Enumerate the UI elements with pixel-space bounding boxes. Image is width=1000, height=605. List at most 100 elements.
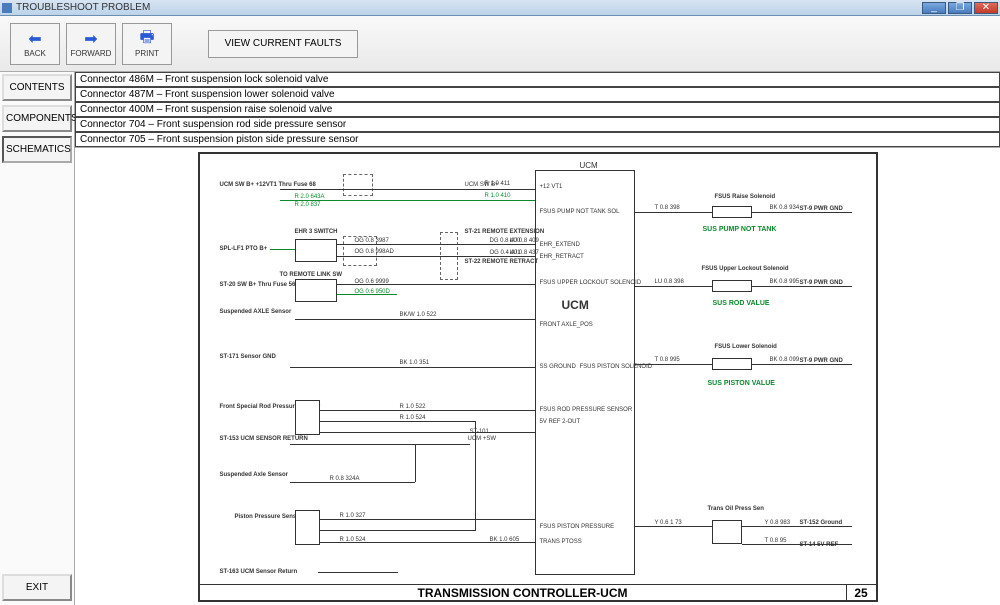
ucm-label: UCM xyxy=(562,299,589,312)
connector-row[interactable]: Connector 487M – Front suspension lower … xyxy=(75,87,1000,102)
print-button[interactable]: 🖶 PRINT xyxy=(122,23,172,65)
schematic-viewport[interactable]: UCM UCM UCM SW B+ +12VT1 Thru Fuse 68 EH… xyxy=(75,148,1000,605)
wire-label: BK 1.0 605 xyxy=(490,537,520,544)
trans-oil-box xyxy=(712,520,742,544)
ucm-sw-label: UCM SW B+ +12VT1 Thru Fuse 68 xyxy=(220,182,316,189)
wire-label: BK 0.8 995 xyxy=(770,279,800,286)
dash-box-3 xyxy=(343,174,373,196)
schematic-page: 25 xyxy=(846,585,876,600)
wire-label: R 2.0 643A xyxy=(295,194,325,201)
wire-label: LU 0.8 437 xyxy=(510,250,539,257)
wire-label: Y 0.8 983 xyxy=(765,520,791,527)
sidebar-components[interactable]: COMPONENTS xyxy=(2,105,72,132)
wire xyxy=(752,286,852,287)
connector-row[interactable]: Connector 400M – Front suspension raise … xyxy=(75,102,1000,117)
ehr-switch-box xyxy=(295,239,337,262)
wire xyxy=(742,526,852,527)
window-titlebar: TROUBLESHOOT PROBLEM _ ❐ ✕ xyxy=(0,0,1000,16)
schematic-title-band: TRANSMISSION CONTROLLER-UCM 25 xyxy=(200,584,876,600)
wire-label: OG 0.6 950D xyxy=(355,289,390,296)
remote-link-label: TO REMOTE LINK SW xyxy=(280,272,343,279)
wire xyxy=(320,530,475,531)
sus-piston-text: SUS PISTON VALUE xyxy=(708,380,775,388)
piston-press-label: FSUS PISTON PRESSURE xyxy=(540,524,615,531)
sidebar-contents[interactable]: CONTENTS xyxy=(2,74,72,101)
view-current-faults-button[interactable]: VIEW CURRENT FAULTS xyxy=(208,30,358,58)
wire-label: OG 0.6 9999 xyxy=(355,279,389,286)
wire xyxy=(280,189,535,190)
st153-label: ST-153 UCM SENSOR RETURN xyxy=(220,436,308,443)
ehr-switch-label: EHR 3 SWITCH xyxy=(295,229,338,236)
minimize-button[interactable]: _ xyxy=(922,2,946,14)
wire xyxy=(290,367,535,368)
wire-label: R 1.0 524 xyxy=(340,537,366,544)
wire-label: Y 0.6 1 73 xyxy=(655,520,682,527)
ehr-ext-label: EHR_EXTEND xyxy=(540,242,580,249)
sus-pump-text: SUS PUMP NOT TANK xyxy=(703,226,777,234)
app-icon xyxy=(2,3,12,13)
piston-label: Piston Pressure Sensor xyxy=(235,514,303,521)
connector-row[interactable]: Connector 705 – Front suspension piston … xyxy=(75,132,1000,147)
wire xyxy=(752,364,852,365)
ucm-sw2-label: UCM +SW xyxy=(468,436,497,443)
connector-row[interactable]: Connector 486M – Front suspension lock s… xyxy=(75,72,1000,87)
wire xyxy=(635,286,712,287)
wire xyxy=(415,444,416,482)
st22-label: ST-22 REMOTE RETRACT xyxy=(465,259,539,266)
susp-axle2-label: Suspended Axle Sensor xyxy=(220,472,288,479)
rod-press-label: FSUS ROD PRESSURE SENSOR xyxy=(540,407,633,414)
trans-label: TRANS PTOSS xyxy=(540,539,582,546)
wire-label: T 0.8 995 xyxy=(655,357,680,364)
trans-oil-label: Trans Oil Press Sen xyxy=(708,506,764,513)
upper-lock-label: FSUS Upper Lockout Solenoid xyxy=(702,266,789,273)
wire xyxy=(295,319,535,320)
wire-label: R 1.0 522 xyxy=(400,404,426,411)
ss-gnd-label: SS GROUND xyxy=(540,364,576,371)
wire-label: R 1.0 411 xyxy=(485,181,511,188)
wire-label: R 1.0 524 xyxy=(400,415,426,422)
st21-label: ST-21 REMOTE EXTENSION xyxy=(465,229,545,236)
ucm-box xyxy=(535,170,635,575)
sidebar-schematics[interactable]: SCHEMATICS xyxy=(2,136,72,163)
upper-lock-box xyxy=(712,280,752,292)
schematic-drawing: UCM UCM UCM SW B+ +12VT1 Thru Fuse 68 EH… xyxy=(198,152,878,602)
susp-axle-label: Suspended AXLE Sensor xyxy=(220,309,292,316)
wire-label: BK 0.8 099 xyxy=(770,357,800,364)
forward-button[interactable]: ➡ FORWARD xyxy=(66,23,116,65)
wire-label: LU 0.8 409 xyxy=(510,238,539,245)
wire-label: BK/W 1.0 522 xyxy=(400,312,437,319)
wire-label: T 0.8 95 xyxy=(765,538,787,545)
rod-sensor-box xyxy=(295,400,320,435)
st20-label: ST-20 SW B+ Thru Fuse 56 xyxy=(220,282,296,289)
lower-sol-box xyxy=(712,358,752,370)
remote-switch-box xyxy=(295,279,337,302)
maximize-button[interactable]: ❐ xyxy=(948,2,972,14)
wire-label: OG 0.8 3987 xyxy=(355,238,389,245)
wire xyxy=(318,572,398,573)
arrow-right-icon: ➡ xyxy=(84,29,97,49)
st171-label: ST-171 Sensor GND xyxy=(220,354,276,361)
close-button[interactable]: ✕ xyxy=(974,2,998,14)
wire-label: R 1.0 327 xyxy=(340,513,366,520)
wire-label: BK 0.8 934 xyxy=(770,205,800,212)
wire-label: BK 1.0 351 xyxy=(400,360,430,367)
content-pane: Connector 486M – Front suspension lock s… xyxy=(75,72,1000,605)
st163-label: ST-163 UCM Sensor Return xyxy=(220,569,298,576)
toolbar: ⬅ BACK ➡ FORWARD 🖶 PRINT VIEW CURRENT FA… xyxy=(0,16,1000,72)
connector-row[interactable]: Connector 704 – Front suspension rod sid… xyxy=(75,117,1000,132)
wire xyxy=(475,421,476,531)
wire xyxy=(635,364,712,365)
main-area: CONTENTS COMPONENTS SCHEMATICS EXIT Conn… xyxy=(0,72,1000,605)
wire-label: R 0.8 324A xyxy=(330,476,360,483)
piston-sensor-box xyxy=(295,510,320,545)
back-button[interactable]: ⬅ BACK xyxy=(10,23,60,65)
sus-rod-text: SUS ROD VALUE xyxy=(713,300,770,308)
wire xyxy=(635,212,712,213)
wire xyxy=(320,410,535,411)
sidebar-exit[interactable]: EXIT xyxy=(2,574,72,601)
wire xyxy=(752,212,852,213)
wire-label: R 1.0 410 xyxy=(485,193,511,200)
wire-label: OG 0.8 998AD xyxy=(355,249,394,256)
ehr-ret-label: EHR_RETRACT xyxy=(540,254,584,261)
wire-label: LU 0.8 398 xyxy=(655,279,684,286)
